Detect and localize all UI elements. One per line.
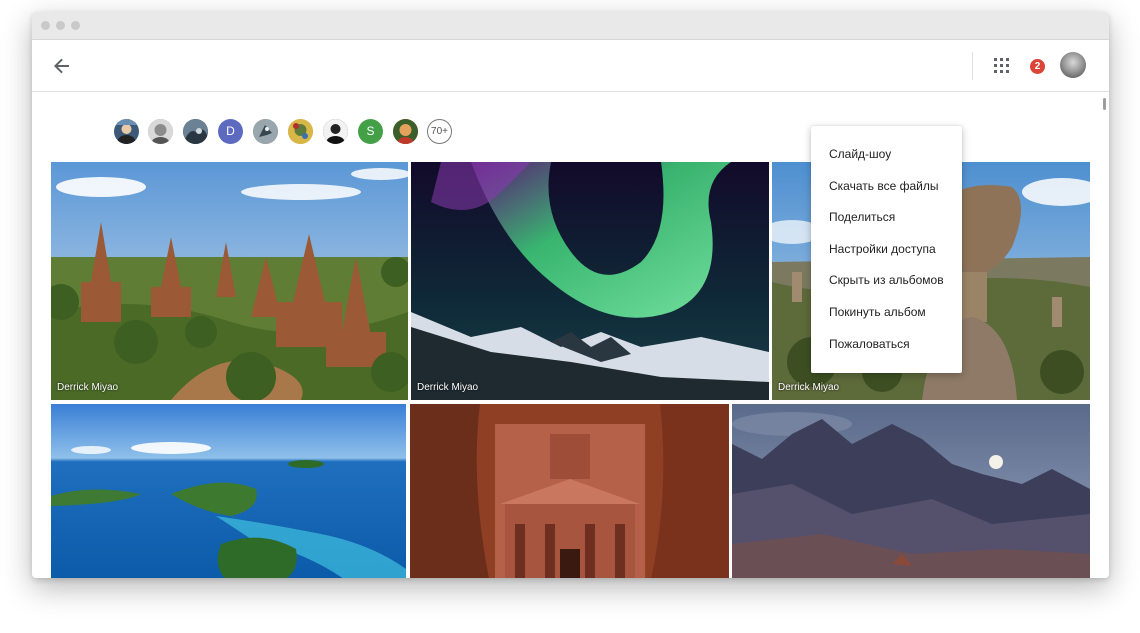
contributor-avatar-letter[interactable]: D xyxy=(218,119,243,144)
photo-tile[interactable] xyxy=(51,404,406,578)
contributor-avatar[interactable] xyxy=(114,119,139,144)
menu-item-hide-from-albums[interactable]: Скрыть из альбомов xyxy=(811,265,962,297)
photo-credit: Derrick Miyao xyxy=(57,382,119,393)
photo-credit: Derrick Miyao xyxy=(417,382,479,393)
photo-credit: Derrick Miyao xyxy=(778,382,840,393)
contributor-avatar[interactable] xyxy=(253,119,278,144)
menu-item-leave-album[interactable]: Покинуть альбом xyxy=(811,297,962,329)
contributor-avatar[interactable] xyxy=(288,119,313,144)
tropical-islands-image xyxy=(51,404,406,578)
more-contributors-badge[interactable]: 70+ xyxy=(427,119,452,144)
petra-treasury-image xyxy=(410,404,729,578)
contributor-avatar[interactable] xyxy=(323,119,348,144)
apps-grid-icon[interactable] xyxy=(993,57,1011,75)
maximize-window-dot[interactable] xyxy=(71,21,80,30)
notification-badge[interactable]: 2 xyxy=(1030,59,1045,74)
menu-item-download-all[interactable]: Скачать все файлы xyxy=(811,171,962,203)
screen: 2 D S 70+ Derrick Miyao Derrick Miyao De… xyxy=(0,0,1140,633)
menu-item-share[interactable]: Поделиться xyxy=(811,202,962,234)
menu-item-sharing-settings[interactable]: Настройки доступа xyxy=(811,234,962,266)
photo-tile[interactable]: Derrick Miyao xyxy=(51,162,408,400)
menu-item-report[interactable]: Пожаловаться xyxy=(811,329,962,361)
contributor-avatar[interactable] xyxy=(183,119,208,144)
bagan-temples-image xyxy=(51,162,408,400)
moonrise-mountains-image xyxy=(732,404,1090,578)
contributor-avatar-letter[interactable]: S xyxy=(358,119,383,144)
app-toolbar: 2 xyxy=(32,40,1109,92)
browser-window: 2 D S 70+ Derrick Miyao Derrick Miyao De… xyxy=(32,12,1109,578)
photo-tile[interactable] xyxy=(732,404,1090,578)
menu-item-slideshow[interactable]: Слайд-шоу xyxy=(811,139,962,171)
contributor-avatar[interactable] xyxy=(393,119,418,144)
photo-tile[interactable] xyxy=(410,404,729,578)
toolbar-divider xyxy=(972,52,973,80)
arrow-left-icon[interactable] xyxy=(50,54,74,78)
scrollbar-thumb[interactable] xyxy=(1103,98,1106,110)
window-titlebar xyxy=(32,12,1109,40)
minimize-window-dot[interactable] xyxy=(56,21,65,30)
close-window-dot[interactable] xyxy=(41,21,50,30)
account-avatar[interactable] xyxy=(1060,52,1086,78)
album-content: D S 70+ Derrick Miyao Derrick Miyao Derr… xyxy=(32,92,1109,578)
contributor-avatar[interactable] xyxy=(148,119,173,144)
aurora-image xyxy=(411,162,769,400)
photo-tile[interactable]: Derrick Miyao xyxy=(411,162,769,400)
album-options-menu: Слайд-шоу Скачать все файлы Поделиться Н… xyxy=(811,126,962,373)
